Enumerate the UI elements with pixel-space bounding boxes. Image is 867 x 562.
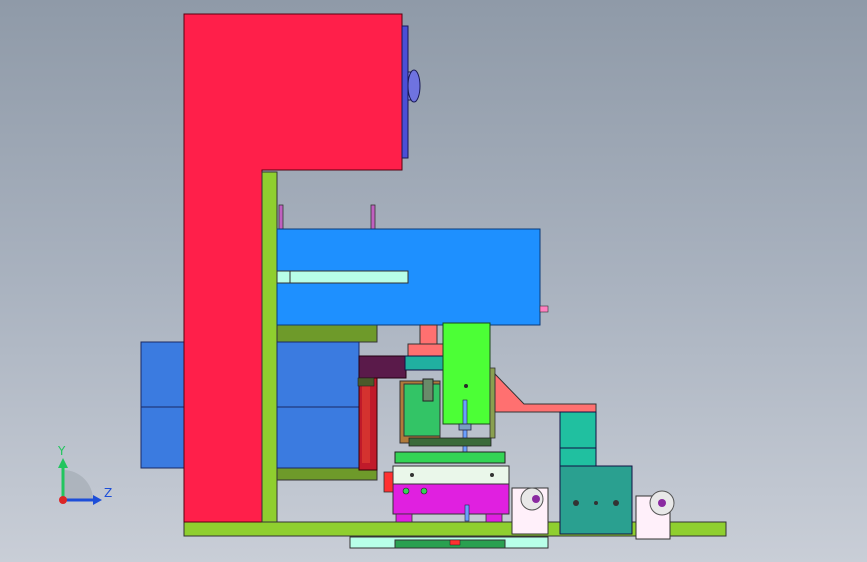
- teal-screw-2: [594, 501, 598, 505]
- vertical-column: [261, 171, 278, 523]
- teal-screw-3: [613, 500, 619, 506]
- slide-rail: [276, 270, 409, 284]
- grey-bracket: [422, 378, 434, 402]
- teal-lower: [559, 447, 597, 467]
- pink-bracket: [494, 372, 597, 413]
- z-axis-arrow-icon: [93, 495, 102, 505]
- piston-cap: [407, 343, 445, 357]
- magenta-hole-1: [402, 487, 410, 495]
- olive-support: [276, 323, 378, 343]
- guide-pin-left: [278, 204, 284, 230]
- coordinate-triad: Y Z: [57, 444, 112, 505]
- green-plate-top: [394, 451, 506, 464]
- motor-flange: [401, 25, 409, 159]
- teal-screw-1: [573, 500, 579, 506]
- roller-left-axle: [532, 495, 540, 503]
- z-axis-label: Z: [104, 486, 112, 500]
- white-plate-dot-2: [490, 473, 494, 477]
- purple-connector: [358, 355, 407, 379]
- teal-base: [559, 465, 633, 535]
- teal-upper: [559, 411, 597, 449]
- teal-link: [404, 355, 446, 371]
- guide-pin-right: [370, 204, 376, 230]
- side-motor-block-bottom: [140, 406, 186, 469]
- magenta-foot-left: [395, 513, 413, 523]
- red-side-tab: [383, 471, 394, 493]
- magenta-foot-right: [485, 513, 503, 523]
- spindle-base: [408, 437, 492, 447]
- roller-right-axle: [658, 499, 666, 507]
- y-axis-label: Y: [57, 444, 66, 458]
- spindle-collar: [458, 423, 472, 431]
- cad-viewport[interactable]: Y Z: [0, 0, 867, 562]
- lower-blue-block: [276, 341, 360, 469]
- y-axis-arrow-icon: [58, 458, 68, 468]
- bottom-clip: [449, 539, 461, 546]
- press-head-tab: [539, 305, 549, 313]
- machine-side-view: Y Z: [57, 13, 727, 549]
- triad-quadrant: [63, 470, 93, 500]
- side-plate: [489, 367, 496, 439]
- origin-dot-icon: [59, 496, 67, 504]
- white-plate-dot: [410, 473, 414, 477]
- motor-shaft-icon: [407, 69, 421, 103]
- arm-hole-icon: [464, 384, 468, 388]
- green-inner: [403, 383, 441, 437]
- magenta-hole-2: [420, 487, 428, 495]
- magenta-block: [392, 483, 510, 515]
- coupling-screws: [362, 385, 370, 463]
- coupling-cap: [357, 377, 375, 387]
- magenta-pin: [464, 504, 470, 522]
- side-motor-block-top: [140, 341, 186, 408]
